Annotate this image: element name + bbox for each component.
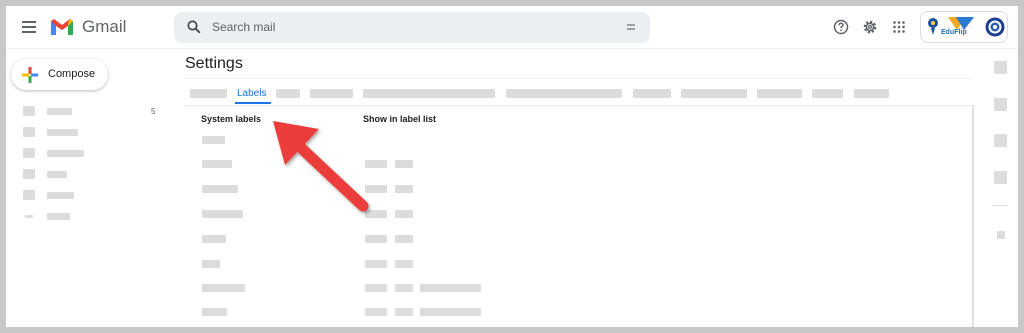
active-tab-indicator — [235, 102, 271, 104]
sidebar-item-icon[interactable] — [23, 148, 35, 158]
sidebar-item-icon[interactable] — [23, 106, 35, 116]
sidebar-item-label[interactable] — [47, 108, 72, 115]
sidebar-item-label[interactable] — [47, 192, 74, 199]
label-option-hide[interactable] — [395, 160, 413, 168]
tab-offline[interactable] — [812, 89, 843, 98]
label-option-hide[interactable] — [395, 260, 413, 268]
search-options-icon[interactable] — [627, 24, 635, 30]
search-input[interactable]: Search mail — [212, 20, 275, 34]
label-option-show-if-unread[interactable] — [420, 308, 481, 316]
inbox-count: 5 — [151, 107, 156, 116]
system-label-name — [202, 235, 226, 243]
label-option-show[interactable] — [365, 308, 387, 316]
side-panel-calendar-icon[interactable] — [994, 61, 1007, 74]
header-divider — [6, 48, 1018, 49]
tab-chat[interactable] — [681, 89, 747, 98]
label-option-hide[interactable] — [395, 210, 413, 218]
tab-themes[interactable] — [854, 89, 889, 98]
tab-labels[interactable]: Labels — [237, 88, 266, 99]
side-panel-divider — [993, 205, 1007, 206]
sidebar-item-icon[interactable] — [23, 190, 35, 200]
label-option-hide[interactable] — [395, 308, 413, 316]
label-option-hide[interactable] — [395, 235, 413, 243]
settings-icon[interactable] — [862, 19, 878, 35]
app-name: Gmail — [82, 17, 127, 36]
label-option-hide[interactable] — [395, 284, 413, 292]
tab-filters[interactable] — [363, 89, 495, 98]
tab-inbox[interactable] — [276, 89, 300, 98]
content-scrollbar[interactable] — [972, 105, 974, 327]
label-option-hide[interactable] — [395, 185, 413, 193]
label-option-show[interactable] — [365, 260, 387, 268]
tabs-divider — [184, 105, 973, 106]
gmail-window: Gmail Search mail EduFlip Compose 5 Sett… — [6, 6, 1018, 327]
brand-text: EduFlip — [941, 29, 967, 36]
gmail-logo-icon[interactable] — [49, 17, 75, 37]
sidebar-item-label[interactable] — [47, 129, 78, 136]
compose-plus-icon[interactable] — [22, 67, 38, 83]
tab-accounts[interactable] — [310, 89, 353, 98]
side-panel-keep-icon[interactable] — [994, 98, 1007, 111]
system-label-name — [202, 260, 220, 268]
tab-general[interactable] — [190, 89, 227, 98]
annotation-arrow-icon — [273, 121, 369, 212]
tab-forwarding[interactable] — [506, 89, 622, 98]
side-panel-tasks-icon[interactable] — [994, 134, 1007, 147]
system-labels-heading: System labels — [201, 114, 262, 124]
sidebar-item-icon[interactable] — [23, 127, 35, 137]
side-panel-contacts-icon[interactable] — [994, 171, 1007, 184]
sidebar-item-label[interactable] — [47, 213, 70, 220]
system-label-name — [202, 308, 227, 316]
compose-label[interactable]: Compose — [48, 68, 95, 80]
system-label-name — [202, 136, 225, 144]
tab-addons[interactable] — [633, 89, 671, 98]
sidebar-more-icon[interactable] — [25, 215, 33, 218]
system-label-name — [202, 210, 243, 218]
sidebar-item-label[interactable] — [47, 171, 67, 178]
sidebar-item-label[interactable] — [47, 150, 84, 157]
help-icon[interactable] — [833, 19, 849, 35]
page-title: Settings — [185, 55, 243, 72]
label-option-show-if-unread[interactable] — [420, 284, 481, 292]
side-panel-add-icon[interactable] — [997, 231, 1005, 239]
system-label-name — [202, 185, 238, 193]
label-option-show[interactable] — [365, 235, 387, 243]
system-label-name — [202, 284, 245, 292]
tab-advanced[interactable] — [757, 89, 802, 98]
label-option-show[interactable] — [365, 284, 387, 292]
search-icon[interactable] — [187, 20, 201, 34]
apps-grid-icon[interactable] — [893, 21, 905, 33]
sidebar-item-icon[interactable] — [23, 169, 35, 179]
title-divider — [184, 78, 973, 79]
account-avatar-icon[interactable] — [985, 17, 1005, 37]
system-label-name — [202, 160, 232, 168]
main-menu-icon[interactable] — [22, 20, 38, 34]
